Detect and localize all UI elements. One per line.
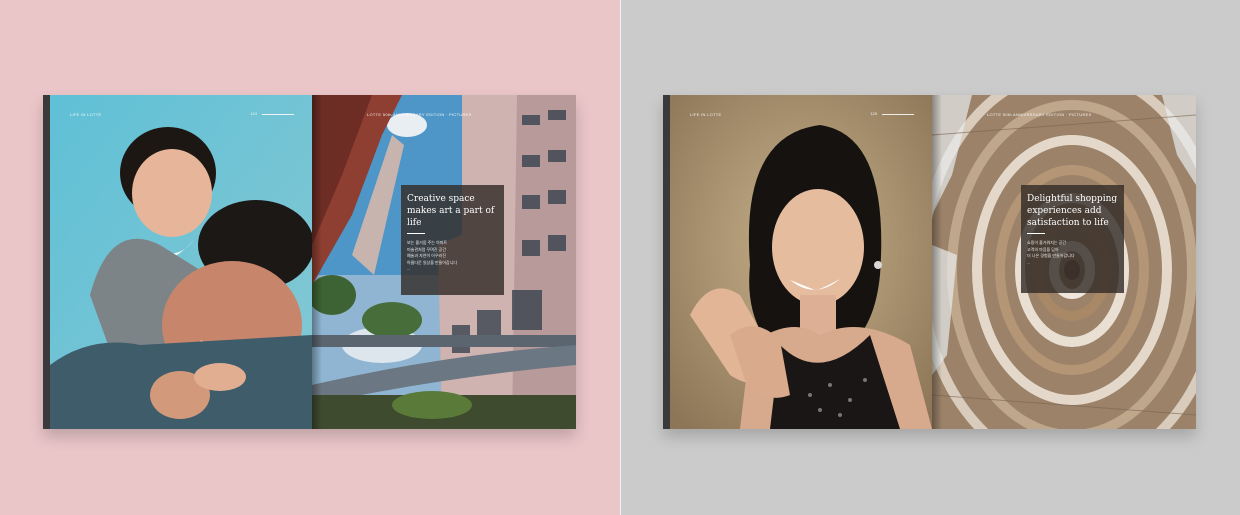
caption-divider <box>407 233 425 234</box>
caption-box: Creative space makes art a part of life … <box>401 185 504 295</box>
right-page-photo-apartment: LOTTE 50th ANNIVERSARY EDITION · PICTURE… <box>312 95 576 429</box>
caption-body: 보는 즐거움 주는 아파트 미술관처럼 꾸며진 공간 예술과 자연이 어우러진 … <box>407 240 458 271</box>
magazine-spread-shopping: LIFE IN LOTTE 125 LOTTE 50th ANNIVERSARY… <box>663 95 1196 429</box>
page-number: 125 <box>870 111 877 116</box>
caption-divider <box>1027 233 1045 234</box>
page-number: 124 <box>250 111 257 116</box>
woman-photo <box>670 95 932 429</box>
running-head: LIFE IN LOTTE <box>70 112 102 117</box>
caption-box: Delightful shopping experiences add sati… <box>1021 185 1124 293</box>
running-head: LOTTE 50th ANNIVERSARY EDITION · PICTURE… <box>367 112 472 117</box>
magazine-spread-family: LIFE IN LOTTE 124 LOTTE 50th ANNIVERSARY… <box>43 95 576 429</box>
book-spine-edge <box>43 95 50 429</box>
family-photo <box>50 95 312 429</box>
caption-title: Delightful shopping experiences add sati… <box>1027 194 1118 228</box>
caption-title: Creative space makes art a part of life <box>407 194 495 228</box>
running-head-rule <box>262 114 294 115</box>
left-page-photo-woman: LIFE IN LOTTE 125 <box>670 95 932 429</box>
caption-body: 쇼핑이 즐거워지는 공간 고객의 마음을 담아 더 나은 경험을 만들어갑니다 … <box>1027 240 1075 265</box>
book-spine-edge <box>663 95 670 429</box>
right-page-photo-mall: LOTTE 50th ANNIVERSARY EDITION · PICTURE… <box>932 95 1196 429</box>
running-head: LOTTE 50th ANNIVERSARY EDITION · PICTURE… <box>987 112 1092 117</box>
running-head: LIFE IN LOTTE <box>690 112 722 117</box>
running-head-rule <box>882 114 914 115</box>
book-gutter-shadow <box>312 95 322 429</box>
left-page-photo-family: LIFE IN LOTTE 124 <box>50 95 312 429</box>
book-gutter-shadow <box>932 95 942 429</box>
